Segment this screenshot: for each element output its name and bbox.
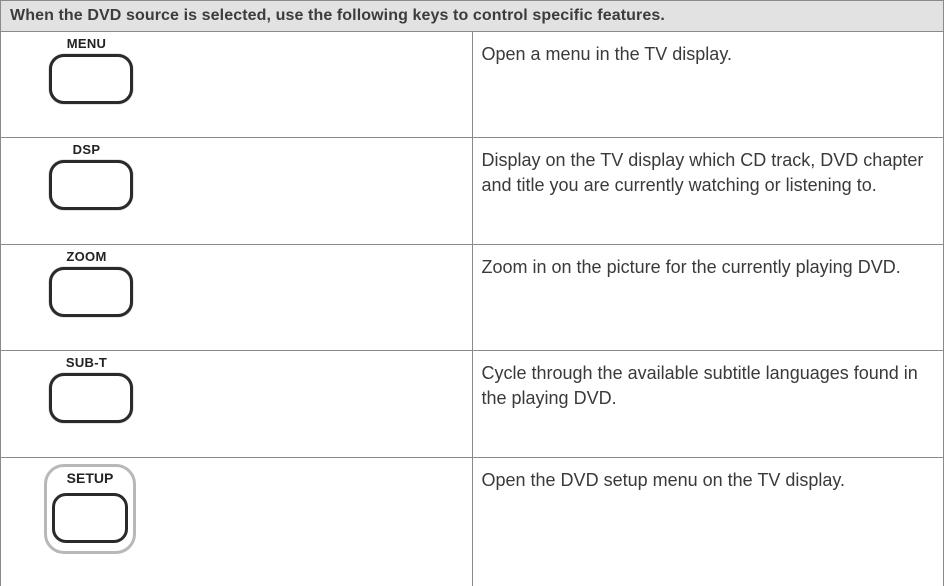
table-row-subt: SUB-T Cycle through the available subtit… bbox=[1, 351, 944, 458]
table-header: When the DVD source is selected, use the… bbox=[1, 1, 944, 32]
key-label: SUB-T bbox=[1, 355, 172, 370]
key-cell: DSP bbox=[1, 138, 473, 245]
dsp-key-icon: DSP bbox=[1, 138, 172, 233]
table-row-menu: MENU Open a menu in the TV display. bbox=[1, 32, 944, 138]
key-description: Open a menu in the TV display. bbox=[472, 32, 944, 138]
key-description: Zoom in on the picture for the currently… bbox=[472, 245, 944, 351]
key-cell: SUB-T bbox=[1, 351, 473, 458]
key-label: DSP bbox=[1, 142, 172, 157]
key-button-shape bbox=[49, 160, 133, 210]
key-label: SETUP bbox=[47, 470, 133, 486]
key-label: ZOOM bbox=[1, 249, 172, 264]
subt-key-icon: SUB-T bbox=[1, 351, 172, 446]
table-row-setup: SETUP Open the DVD setup menu on the TV … bbox=[1, 458, 944, 586]
key-cell: ZOOM bbox=[1, 245, 473, 351]
key-label: MENU bbox=[1, 36, 172, 51]
dvd-keys-table: When the DVD source is selected, use the… bbox=[0, 0, 944, 586]
key-button-shape bbox=[49, 267, 133, 317]
key-button-shape bbox=[52, 493, 128, 543]
key-description: Open the DVD setup menu on the TV displa… bbox=[472, 458, 944, 586]
table-header-row: When the DVD source is selected, use the… bbox=[1, 1, 944, 32]
key-button-shape bbox=[49, 54, 133, 104]
table-row-zoom: ZOOM Zoom in on the picture for the curr… bbox=[1, 245, 944, 351]
key-description: Cycle through the available subtitle lan… bbox=[472, 351, 944, 458]
key-button-shape bbox=[49, 373, 133, 423]
zoom-key-icon: ZOOM bbox=[1, 245, 172, 340]
table-row-dsp: DSP Display on the TV display which CD t… bbox=[1, 138, 944, 245]
key-description: Display on the TV display which CD track… bbox=[472, 138, 944, 245]
setup-key-outline: SETUP bbox=[44, 464, 136, 554]
setup-key-icon: SETUP bbox=[1, 458, 172, 576]
key-cell: MENU bbox=[1, 32, 473, 138]
key-cell: SETUP bbox=[1, 458, 473, 586]
menu-key-icon: MENU bbox=[1, 32, 172, 127]
